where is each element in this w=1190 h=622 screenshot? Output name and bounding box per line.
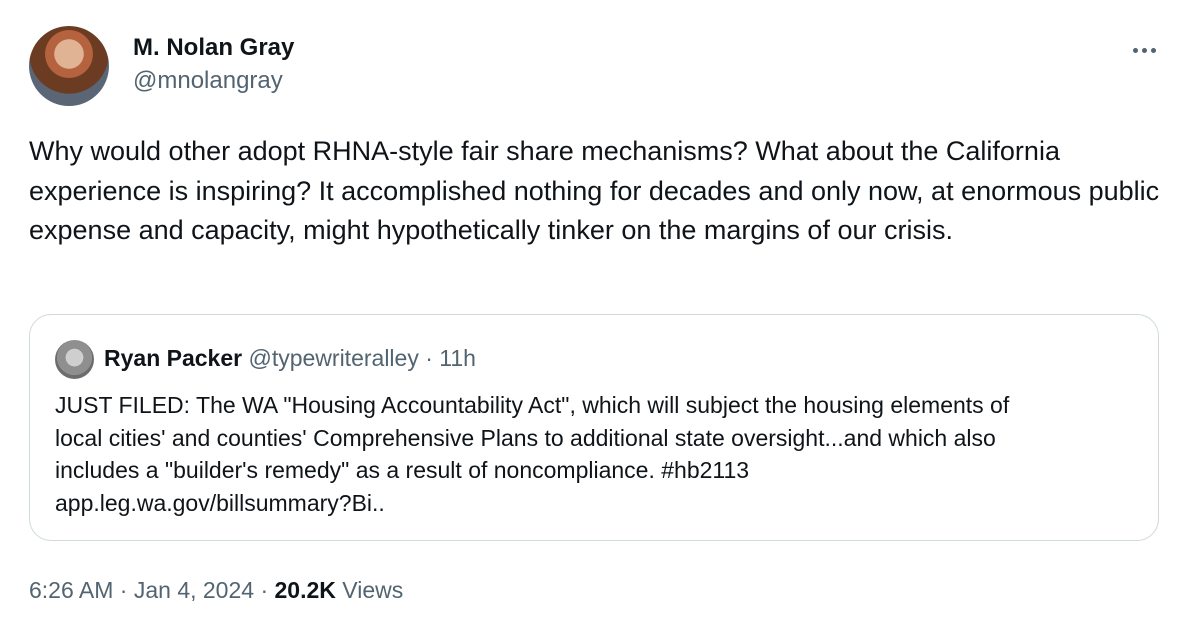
quote-author-avatar	[55, 340, 94, 379]
views-count: 20.2K	[274, 577, 336, 603]
quote-text-line: includes a "builder's remedy" as a resul…	[55, 457, 750, 483]
quote-timestamp: 11h	[439, 345, 476, 371]
tweet-meta: 6:26 AM · Jan 4, 2024 · 20.2K Views	[29, 576, 403, 604]
meta-separator: ·	[119, 577, 128, 603]
quote-separator: ·	[425, 345, 433, 371]
views-label: Views	[342, 577, 404, 603]
quote-author-handle: @typewriteralley	[248, 345, 419, 371]
quote-text: JUST FILED: The WA "Housing Accountabili…	[55, 389, 1145, 519]
quote-text-line: local cities' and counties' Comprehensiv…	[55, 424, 996, 451]
author-handle[interactable]: @mnolangray	[133, 67, 283, 95]
quote-tweet-card[interactable]: Ryan Packer @typewriteralley · 11h JUST …	[29, 314, 1159, 541]
quote-text-line: JUST FILED: The WA "Housing Accountabili…	[55, 392, 1010, 418]
tweet-text: Why would other adopt RHNA-style fair sh…	[29, 136, 1160, 245]
quote-author-name: Ryan Packer	[104, 345, 243, 371]
more-horizontal-icon[interactable]	[1127, 38, 1161, 62]
meta-separator: ·	[260, 577, 269, 603]
author-name[interactable]: M. Nolan Gray	[133, 34, 294, 62]
quote-link[interactable]: app.leg.wa.gov/billsummary?Bi..	[55, 487, 1145, 520]
tweet-time[interactable]: 6:26 AM	[29, 577, 113, 603]
quote-header: Ryan Packer @typewriteralley · 11h	[104, 344, 476, 372]
author-avatar[interactable]	[29, 26, 109, 106]
tweet-date[interactable]: Jan 4, 2024	[134, 577, 254, 603]
